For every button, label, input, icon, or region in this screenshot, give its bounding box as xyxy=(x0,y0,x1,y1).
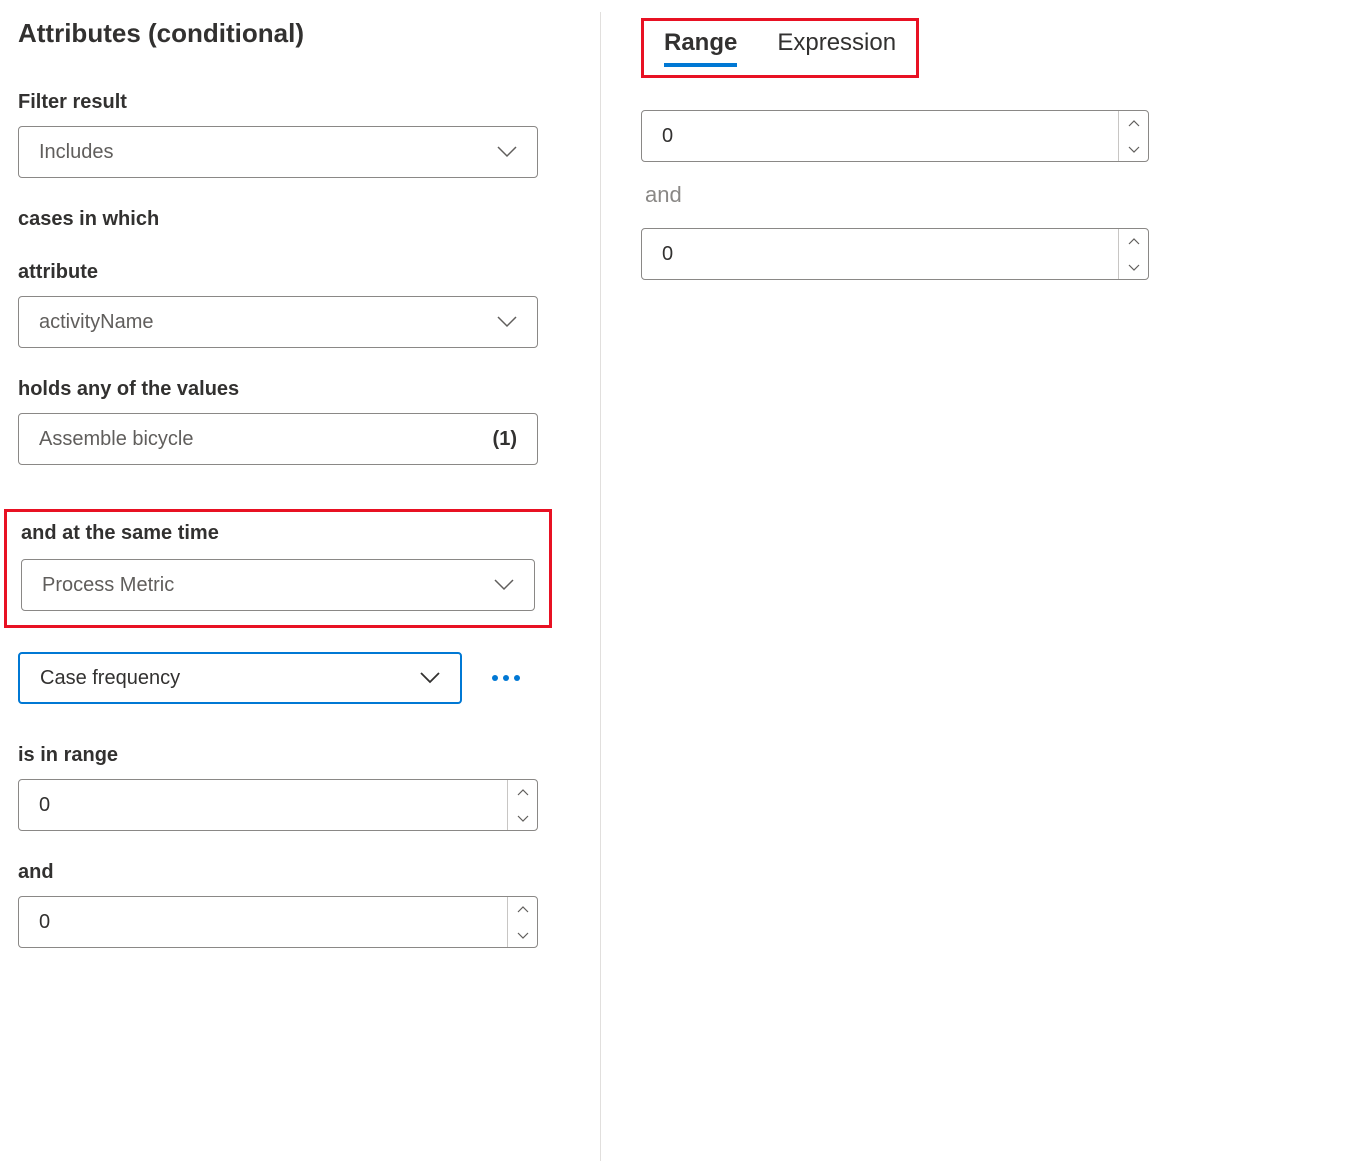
chevron-down-icon xyxy=(517,931,529,939)
range-high-value: 0 xyxy=(19,911,507,934)
same-time-select[interactable]: Process Metric xyxy=(21,559,535,611)
range-high-input[interactable]: 0 xyxy=(18,896,538,948)
right-range-low-input[interactable]: 0 xyxy=(641,110,1149,162)
range-low-value: 0 xyxy=(19,794,507,817)
chevron-up-icon xyxy=(1128,120,1140,128)
chevron-down-icon xyxy=(494,579,514,591)
filter-result-value: Includes xyxy=(39,141,114,164)
page-title: Attributes (conditional) xyxy=(18,18,582,49)
spinner-up-button[interactable] xyxy=(508,780,537,805)
spinner-up-button[interactable] xyxy=(1119,111,1148,136)
right-range-high-spinner xyxy=(1118,229,1148,279)
same-time-highlight: and at the same time Process Metric xyxy=(4,509,552,628)
same-time-label: and at the same time xyxy=(21,522,535,545)
tab-expression[interactable]: Expression xyxy=(777,29,896,67)
chevron-down-icon xyxy=(497,146,517,158)
spinner-up-button[interactable] xyxy=(508,897,537,922)
is-in-range-label: is in range xyxy=(18,744,582,767)
attribute-value: activityName xyxy=(39,311,153,334)
tabs-highlight: Range Expression xyxy=(641,18,919,78)
range-high-spinner xyxy=(507,897,537,947)
tab-range[interactable]: Range xyxy=(664,29,737,67)
attribute-select[interactable]: activityName xyxy=(18,296,538,348)
filter-result-label: Filter result xyxy=(18,91,582,114)
right-range-low-value: 0 xyxy=(642,125,1118,148)
case-frequency-value: Case frequency xyxy=(40,667,180,690)
range-low-spinner xyxy=(507,780,537,830)
chevron-up-icon xyxy=(517,789,529,797)
cases-in-which-label: cases in which xyxy=(18,208,582,231)
chevron-down-icon xyxy=(497,316,517,328)
right-panel: Range Expression 0 and 0 xyxy=(601,0,1367,1173)
chevron-up-icon xyxy=(517,906,529,914)
chevron-up-icon xyxy=(1128,238,1140,246)
holds-values-select[interactable]: Assemble bicycle (1) xyxy=(18,413,538,465)
tabs: Range Expression xyxy=(664,29,896,67)
spinner-up-button[interactable] xyxy=(1119,229,1148,254)
left-panel: Attributes (conditional) Filter result I… xyxy=(0,0,600,1173)
chevron-down-icon xyxy=(517,814,529,822)
ellipsis-icon xyxy=(503,675,509,681)
filter-result-select[interactable]: Includes xyxy=(18,126,538,178)
more-options-button[interactable] xyxy=(492,675,520,681)
spinner-down-button[interactable] xyxy=(1119,254,1148,279)
spinner-down-button[interactable] xyxy=(508,805,537,830)
holds-values-value: Assemble bicycle xyxy=(39,428,194,451)
holds-values-count: (1) xyxy=(493,428,517,451)
chevron-down-icon xyxy=(1128,263,1140,271)
and-label: and xyxy=(18,861,582,884)
right-range-high-input[interactable]: 0 xyxy=(641,228,1149,280)
case-frequency-select[interactable]: Case frequency xyxy=(18,652,462,704)
right-range-high-value: 0 xyxy=(642,243,1118,266)
same-time-value: Process Metric xyxy=(42,574,174,597)
ellipsis-icon xyxy=(514,675,520,681)
and-text: and xyxy=(645,182,1337,208)
spinner-down-button[interactable] xyxy=(508,922,537,947)
chevron-down-icon xyxy=(420,672,440,684)
attribute-label: attribute xyxy=(18,261,582,284)
range-low-input[interactable]: 0 xyxy=(18,779,538,831)
holds-values-label: holds any of the values xyxy=(18,378,582,401)
spinner-down-button[interactable] xyxy=(1119,136,1148,161)
right-range-low-spinner xyxy=(1118,111,1148,161)
ellipsis-icon xyxy=(492,675,498,681)
chevron-down-icon xyxy=(1128,145,1140,153)
